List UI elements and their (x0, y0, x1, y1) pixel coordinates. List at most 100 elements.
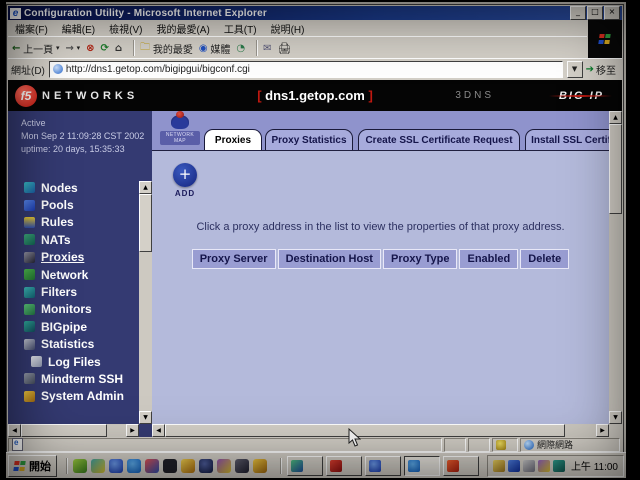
scrollbar-thumb[interactable] (165, 424, 565, 437)
tab-create-ssl-certificate-request[interactable]: Create SSL Certificate Request (358, 129, 520, 150)
main-frame: NETWORK MAP Proxies Proxy Statistics Cre… (152, 111, 622, 437)
task-button[interactable] (443, 456, 479, 476)
favorites-button[interactable]: 🗀 我的最愛 (140, 40, 193, 57)
app-icon (408, 460, 420, 472)
tray-icon[interactable] (538, 460, 550, 472)
sidebar-item-nats[interactable]: NATs (24, 231, 124, 248)
scroll-right-icon[interactable]: ▶ (126, 424, 139, 437)
menu-view[interactable]: 檢視(V) (102, 20, 149, 37)
sidebar-item-log-files[interactable]: Log Files (24, 353, 124, 370)
scroll-up-icon[interactable]: ▲ (609, 111, 622, 124)
tray-icon[interactable] (523, 460, 535, 472)
menu-file[interactable]: 檔案(F) (8, 20, 55, 37)
sidebar-item-filters[interactable]: Filters (24, 283, 124, 300)
scrollbar-thumb[interactable] (21, 424, 107, 437)
home-button[interactable]: ⌂ (115, 43, 122, 54)
system-status: Active Mon Sep 2 11:09:28 CST 2002 uptim… (21, 117, 144, 156)
sidebar-item-bigpipe[interactable]: BIGpipe (24, 318, 124, 335)
tray-icon[interactable] (508, 460, 520, 472)
tray-icon[interactable] (553, 460, 565, 472)
sidebar-menu: Nodes Pools Rules NATs Proxies Network F… (24, 179, 124, 405)
taskbar-clock[interactable]: 上午 11:00 (571, 458, 618, 473)
sidebar-item-system-admin[interactable]: System Admin (24, 388, 124, 405)
close-button[interactable]: × (604, 6, 620, 20)
sidebar-item-network[interactable]: Network (24, 266, 124, 283)
scroll-right-icon[interactable]: ▶ (596, 424, 609, 437)
main-vertical-scrollbar[interactable]: ▲ ▼ (609, 111, 622, 424)
history-button[interactable]: ◔ (236, 43, 245, 54)
start-label: 開始 (29, 458, 51, 474)
mail-button[interactable]: ✉ (263, 43, 271, 54)
task-button[interactable] (365, 456, 401, 476)
print-button[interactable]: 🖨 (278, 42, 292, 55)
stop-button[interactable]: ⊗ (86, 43, 94, 54)
task-button[interactable] (287, 456, 323, 476)
sidebar-item-rules[interactable]: Rules (24, 214, 124, 231)
sidebar-item-proxies[interactable]: Proxies (24, 249, 124, 266)
zone-label: 網際網路 (537, 438, 573, 451)
scrollbar-thumb[interactable] (609, 124, 622, 214)
column-destination-host[interactable]: Destination Host (278, 249, 381, 269)
maximize-button[interactable]: □ (587, 6, 603, 20)
refresh-button[interactable]: ⟳ (101, 43, 109, 54)
menu-edit[interactable]: 編輯(E) (55, 20, 102, 37)
column-delete[interactable]: Delete (520, 249, 569, 269)
url-field[interactable]: http://dns1.getop.com/bigipgui/bigconf.c… (49, 61, 563, 78)
sidebar-horizontal-scrollbar[interactable]: ◀ ▶ (8, 424, 139, 437)
go-button[interactable]: ➔ 移至 (583, 62, 619, 77)
scrollbar-thumb[interactable] (139, 194, 152, 252)
volume-icon[interactable] (493, 460, 505, 472)
tab-proxies[interactable]: Proxies (204, 129, 262, 150)
column-proxy-type[interactable]: Proxy Type (383, 249, 458, 269)
sidebar-item-monitors[interactable]: Monitors (24, 301, 124, 318)
start-button[interactable]: 開始 (8, 455, 57, 477)
minimize-button[interactable]: _ (570, 6, 586, 20)
forward-button[interactable]: → ▾ (65, 43, 80, 54)
scroll-left-icon[interactable]: ◀ (152, 424, 165, 437)
sidebar-item-pools[interactable]: Pools (24, 196, 124, 213)
go-arrow-icon: ➔ (586, 64, 594, 75)
url-dropdown-arrow[interactable]: ▼ (567, 61, 583, 78)
forward-arrow-icon: → (65, 43, 73, 54)
toolbar-separator (133, 40, 135, 56)
quick-launch-icon[interactable] (199, 459, 213, 473)
sidebar-vertical-scrollbar[interactable]: ▲ ▼ (139, 181, 152, 424)
quick-launch-icon[interactable] (217, 459, 231, 473)
tab-proxy-statistics[interactable]: Proxy Statistics (265, 129, 353, 150)
monitors-icon (24, 304, 35, 315)
quick-launch-icon[interactable] (91, 459, 105, 473)
quick-launch-icon[interactable] (181, 459, 195, 473)
media-button[interactable]: ◉ 媒體 (199, 41, 231, 56)
column-proxy-server[interactable]: Proxy Server (192, 249, 276, 269)
sidebar-item-statistics[interactable]: Statistics (24, 336, 124, 353)
tab-install-ssl-certificate[interactable]: Install SSL Certif (525, 129, 617, 150)
quick-launch-icon[interactable] (73, 459, 87, 473)
menu-favorites[interactable]: 我的最愛(A) (149, 20, 216, 37)
sidebar-item-nodes[interactable]: Nodes (24, 179, 124, 196)
task-button[interactable] (326, 456, 362, 476)
title-bar[interactable]: e Configuration Utility - Microsoft Inte… (8, 6, 622, 20)
scroll-down-icon[interactable]: ▼ (609, 411, 622, 424)
scroll-up-icon[interactable]: ▲ (139, 181, 152, 194)
system-admin-icon (24, 391, 35, 402)
menu-tools[interactable]: 工具(T) (217, 20, 264, 37)
quick-launch-icon[interactable] (163, 459, 177, 473)
network-map-button[interactable]: NETWORK MAP (160, 115, 200, 145)
menu-help[interactable]: 說明(H) (264, 20, 312, 37)
quick-launch-icon[interactable] (127, 459, 141, 473)
quick-launch-icon[interactable] (109, 459, 123, 473)
product-bigip-label: BIG IP (559, 90, 604, 102)
back-button[interactable]: ← 上一頁 ▾ (12, 41, 59, 56)
back-arrow-icon: ← (12, 43, 20, 54)
quick-launch-icon[interactable] (235, 459, 249, 473)
task-button-active[interactable] (404, 456, 440, 476)
quick-launch-icon[interactable] (253, 459, 267, 473)
scroll-left-icon[interactable]: ◀ (8, 424, 21, 437)
scroll-down-icon[interactable]: ▼ (139, 411, 152, 424)
sidebar-item-mindterm-ssh[interactable]: Mindterm SSH (24, 370, 124, 387)
main-horizontal-scrollbar[interactable]: ◀ ▶ (152, 424, 609, 437)
add-proxy-button[interactable]: + ADD (168, 163, 202, 198)
column-enabled[interactable]: Enabled (459, 249, 518, 269)
quick-launch-icon[interactable] (145, 459, 159, 473)
menu-bar: 檔案(F) 編輯(E) 檢視(V) 我的最愛(A) 工具(T) 說明(H) (8, 20, 587, 36)
